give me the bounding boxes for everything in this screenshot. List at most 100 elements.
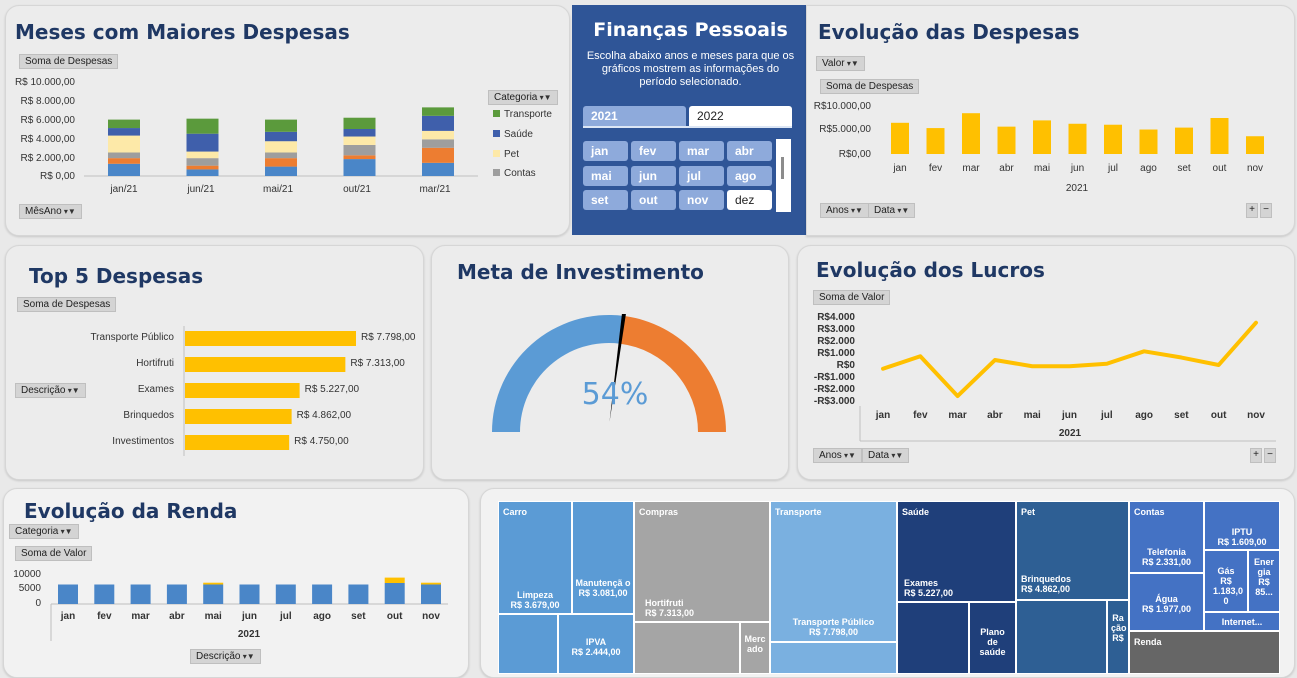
month-set-button[interactable]: set (583, 190, 628, 210)
bar-segment (108, 128, 140, 136)
treemap-header: Carro (503, 507, 528, 517)
bar-segment (422, 162, 454, 176)
treemap-saude-plano: Plano de saúde (969, 602, 1016, 674)
legend-item-saude: Saúde (493, 129, 533, 140)
finance-slicer-panel: Finanças Pessoais Escolha abaixo anos e … (572, 5, 809, 235)
x-tick: abr (987, 410, 1003, 421)
x-tick: ago (1135, 410, 1153, 421)
expand-button[interactable]: + (1246, 203, 1258, 218)
month-out-button[interactable]: out (631, 190, 676, 210)
bar-segment (265, 166, 297, 176)
treemap-pet-brinquedos: Pet Brinquedos R$ 4.862,00 (1016, 501, 1129, 600)
x-tick: abr (999, 163, 1014, 174)
bar-segment (265, 141, 297, 153)
x-tick: out (386, 611, 403, 622)
bar (185, 383, 300, 398)
collapse-button[interactable]: − (1260, 203, 1272, 218)
gauge-remaining-arc (620, 315, 726, 432)
x-tick: set (1174, 410, 1189, 421)
slicer-scrollbar[interactable] (776, 139, 791, 212)
bar-segment (265, 119, 297, 132)
month-abr-button[interactable]: abr (727, 141, 772, 161)
x-tick: fev (913, 410, 928, 421)
x-tick: jan/21 (110, 184, 138, 195)
x-tick: mai (1033, 163, 1051, 174)
bar-value-label: R$ 7.798,00 (361, 332, 416, 343)
expand-button[interactable]: + (1250, 448, 1262, 463)
bar (185, 357, 346, 372)
treemap-carro-ipva: IPVA R$ 2.444,00 (558, 614, 634, 674)
month-dez-button[interactable]: dez (727, 190, 772, 210)
treemap-carro-limpeza: Carro Limpeza R$ 3.679,00 (498, 501, 572, 614)
profit-evolution-panel: Evolução dos Lucros Soma de Valor R$4.00… (797, 245, 1295, 480)
bar (962, 113, 980, 154)
bar-segment (186, 151, 219, 159)
legend-item-transporte: Transporte (493, 109, 552, 120)
slicer-scroll-thumb[interactable] (781, 157, 784, 179)
line-point (1217, 363, 1221, 367)
x-tick: mar (131, 611, 150, 622)
x-tick: nov (1247, 410, 1265, 421)
investment-goal-panel: Meta de Investimento 54% (431, 245, 789, 480)
anos-button[interactable]: Anos (813, 448, 862, 463)
treemap-label: Telefonia R$ 2.331,00 (1141, 547, 1192, 567)
treemap-contas-iptu: IPTU R$ 1.609,00 (1204, 501, 1280, 550)
line-point (1254, 321, 1258, 325)
month-nov-button[interactable]: nov (679, 190, 724, 210)
description-axis-button[interactable]: Descrição (190, 649, 261, 664)
category-legend-button[interactable]: Categoria (488, 90, 558, 105)
month-ago-button[interactable]: ago (727, 166, 772, 186)
bar (1175, 127, 1193, 154)
month-jun-button[interactable]: jun (631, 166, 676, 186)
bar (185, 435, 290, 450)
bar-segment (186, 133, 219, 152)
treemap-compras-other (634, 622, 740, 674)
treemap-label: Transporte Público R$ 7.798,00 (792, 617, 875, 637)
x-tick: mar (962, 163, 980, 174)
treemap-compras-mercado: Merc ado (740, 622, 770, 674)
x-tick: mai (1023, 410, 1041, 421)
treemap-header: Saúde (902, 507, 930, 517)
treemap-pet-racao: Ra ção R$ (1107, 600, 1129, 674)
bar-category-label: Exames (137, 384, 174, 395)
month-jul-button[interactable]: jul (679, 166, 724, 186)
bar (1033, 120, 1051, 154)
line-point (1030, 364, 1034, 368)
months-stacked-chart (84, 107, 478, 177)
bar-segment (108, 152, 140, 159)
treemap-label: Limpeza R$ 3.679,00 (510, 590, 560, 610)
legend-item-contas: Contas (493, 168, 536, 179)
month-mai-button[interactable]: mai (583, 166, 628, 186)
x-tick: out (1210, 410, 1227, 421)
treemap-label: Plano de saúde (979, 627, 1006, 657)
data-button[interactable]: Data (868, 203, 916, 218)
year-label: 2021 (1065, 183, 1089, 194)
data-button[interactable]: Data (862, 448, 910, 463)
month-fev-button[interactable]: fev (631, 141, 676, 161)
bar-segment (265, 152, 297, 159)
month-mar-button[interactable]: mar (679, 141, 724, 161)
anos-button[interactable]: Anos (820, 203, 869, 218)
legend-swatch (493, 130, 500, 137)
bar-segment (186, 158, 219, 166)
bar-category-label: Transporte Público (90, 332, 174, 343)
bar-segment (422, 139, 454, 148)
profit-line (881, 320, 1258, 399)
year-2022-button[interactable]: 2022 (689, 106, 792, 126)
treemap-contas-energia: Ener gia R$ 85... (1248, 550, 1280, 612)
bar-value-label: R$ 7.313,00 (350, 358, 405, 369)
bar-segment (239, 584, 260, 604)
month-jan-button[interactable]: jan (583, 141, 628, 161)
treemap-header: Compras (639, 507, 679, 517)
collapse-button[interactable]: − (1264, 448, 1276, 463)
treemap-header: Renda (1134, 637, 1162, 647)
line-point (1179, 356, 1183, 360)
bar-value-label: R$ 4.750,00 (294, 436, 349, 447)
treemap-contas-gas: Gás R$ 1.183,0 0 (1204, 550, 1248, 612)
treemap-panel: Carro Limpeza R$ 3.679,00 Manutençã o R$ 3… (480, 488, 1295, 678)
monthyear-axis-button[interactable]: MêsAno (19, 204, 82, 219)
x-tick: mar (948, 410, 967, 421)
bar-segment (186, 169, 219, 176)
year-2021-button[interactable]: 2021 (583, 106, 686, 126)
bar (926, 128, 945, 154)
